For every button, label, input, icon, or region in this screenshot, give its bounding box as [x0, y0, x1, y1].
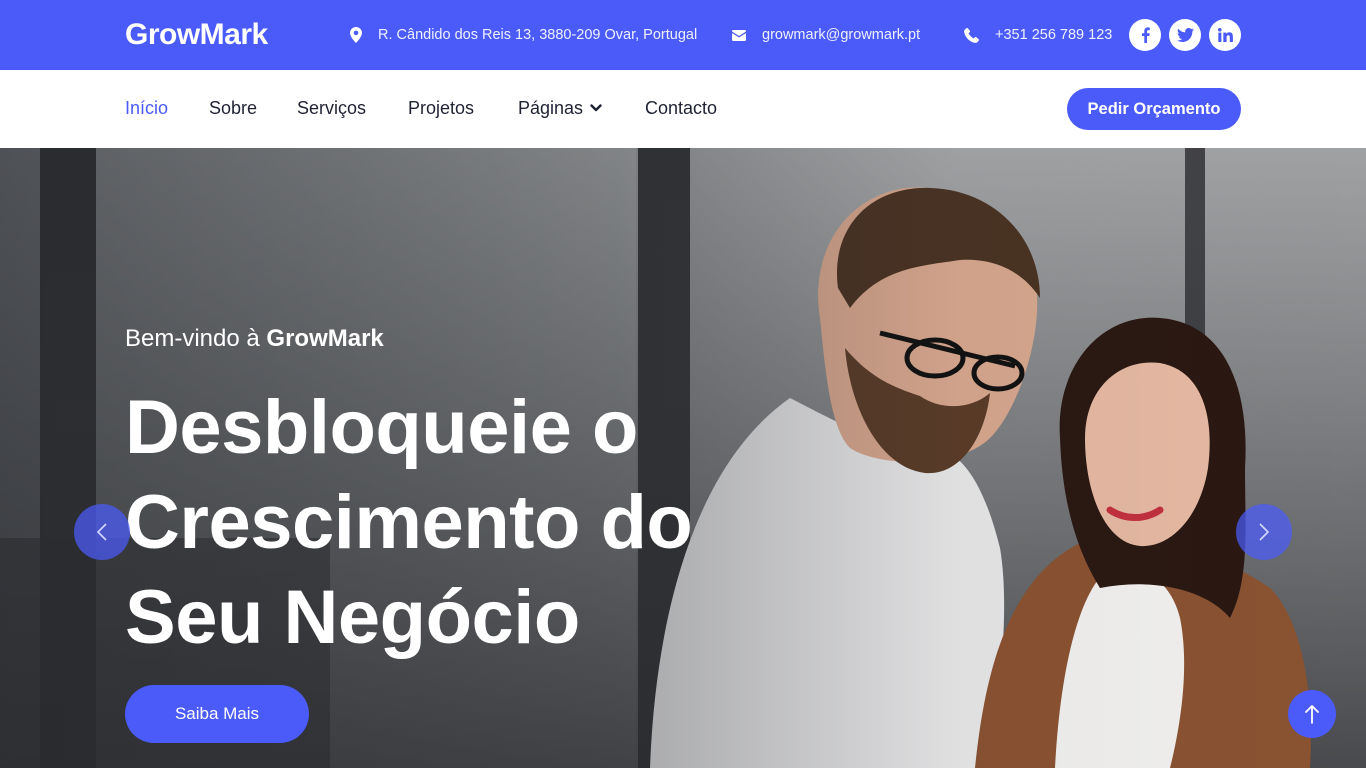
carousel-prev-button[interactable] — [74, 504, 130, 560]
social-links — [1129, 19, 1241, 51]
phone-icon — [964, 27, 979, 43]
carousel-next-button[interactable] — [1236, 504, 1292, 560]
nav-item-sobre[interactable]: Sobre — [209, 97, 257, 119]
arrow-up-icon — [1305, 705, 1319, 724]
address-text: R. Cândido dos Reis 13, 3880-209 Ovar, P… — [378, 27, 698, 43]
request-quote-button[interactable]: Pedir Orçamento — [1067, 88, 1241, 130]
top-bar: GrowMark R. Cândido dos Reis 13, 3880-20… — [0, 0, 1366, 70]
facebook-link[interactable] — [1129, 19, 1161, 51]
nav-item-paginas-label: Páginas — [518, 98, 584, 118]
contact-phone[interactable]: +351 256 789 123 — [964, 25, 1112, 45]
hero-headline: Desbloqueie o Crescimento do Seu Negócio — [125, 385, 693, 660]
chevron-right-icon — [1259, 523, 1270, 541]
map-pin-icon — [350, 27, 362, 43]
welcome-brand: GrowMark — [266, 325, 384, 352]
contact-address: R. Cândido dos Reis 13, 3880-209 Ovar, P… — [350, 25, 697, 45]
welcome-prefix: Bem-vindo à — [125, 325, 260, 352]
learn-more-button[interactable]: Saiba Mais — [125, 685, 309, 743]
twitter-icon — [1176, 28, 1194, 42]
hero-welcome: Bem-vindo à GrowMark — [125, 324, 384, 354]
hero-slider: Bem-vindo à GrowMark Desbloqueie o Cresc… — [0, 148, 1366, 768]
nav-item-inicio[interactable]: Início — [125, 97, 168, 119]
nav-item-servicos[interactable]: Serviços — [297, 97, 366, 119]
email-text: growmark@growmark.pt — [762, 27, 921, 43]
chevron-left-icon — [96, 523, 107, 541]
nav-item-projetos[interactable]: Projetos — [408, 97, 474, 119]
phone-text: +351 256 789 123 — [995, 27, 1113, 43]
twitter-link[interactable] — [1169, 19, 1201, 51]
contact-email[interactable]: growmark@growmark.pt — [732, 25, 920, 45]
scroll-to-top-button[interactable] — [1288, 690, 1336, 738]
nav-item-paginas[interactable]: Páginas — [518, 97, 602, 119]
brand-logo[interactable]: GrowMark — [125, 17, 268, 53]
chevron-down-icon — [590, 104, 602, 112]
main-navbar: Início Sobre Serviços Projetos Páginas C… — [0, 70, 1366, 148]
facebook-icon — [1141, 27, 1150, 43]
envelope-icon — [732, 29, 746, 41]
linkedin-icon — [1217, 28, 1233, 42]
linkedin-link[interactable] — [1209, 19, 1241, 51]
nav-item-contacto[interactable]: Contacto — [645, 97, 717, 119]
